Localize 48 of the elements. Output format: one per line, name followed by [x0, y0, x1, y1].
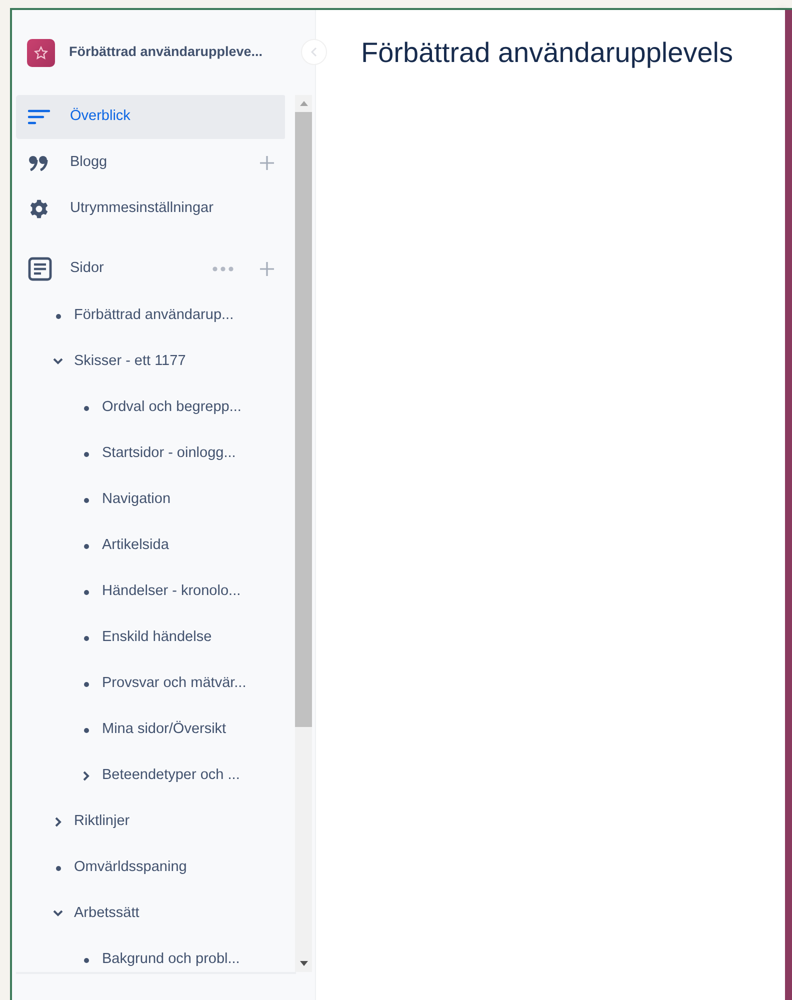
scroll-up-icon[interactable] [300, 101, 308, 106]
page-tree-item[interactable]: Riktlinjer [16, 799, 285, 845]
page-tree-item[interactable]: Ordval och begrepp... [16, 385, 285, 431]
sidebar-nav-item[interactable]: Utrymmesinställningar [16, 187, 285, 231]
bullet-icon [84, 958, 88, 962]
add-button[interactable] [260, 156, 274, 170]
sidebar-nav-item[interactable]: Blogg [16, 141, 285, 185]
space-name[interactable]: Förbättrad användaruppleve... [69, 42, 263, 63]
page-tree-item[interactable]: Förbättrad användarup... [16, 293, 285, 339]
page-tree-item[interactable]: Artikelsida [16, 523, 285, 569]
chevron-left-icon [310, 47, 318, 57]
page-tree-item[interactable]: Arbetssätt [16, 891, 285, 937]
page-tree-item[interactable]: Skisser - ett 1177 [16, 339, 285, 385]
page-tree-item[interactable]: Provsvar och mätvär... [16, 661, 285, 707]
document-icon [28, 257, 52, 281]
scrollbar[interactable] [295, 95, 312, 972]
bullet-icon [84, 590, 88, 594]
settings-icon [28, 198, 50, 220]
chevron-right-icon[interactable] [53, 817, 63, 827]
bullet-icon [56, 866, 60, 870]
page-tree-item[interactable]: Omvärldsspaning [16, 845, 285, 891]
scroll-down-icon[interactable] [300, 961, 308, 966]
bullet-icon [56, 314, 60, 318]
more-button[interactable] [212, 266, 234, 272]
chevron-right-icon[interactable] [81, 771, 91, 781]
space-logo-icon [27, 38, 55, 66]
page-tree-item[interactable]: Mina sidor/Översikt [16, 707, 285, 753]
bullet-icon [84, 728, 88, 732]
page-tree-item[interactable]: Bakgrund och probl... [16, 937, 285, 972]
bullet-icon [84, 682, 88, 686]
page-tree-item[interactable]: Händelser - kronolo... [16, 569, 285, 615]
add-button[interactable] [260, 262, 274, 276]
page-title: Förbättrad användarupplevels [361, 36, 734, 70]
sidebar-nav-item[interactable]: Överblick [16, 95, 285, 139]
chevron-down-icon[interactable] [53, 357, 63, 367]
lines-icon [28, 109, 50, 125]
bullet-icon [84, 544, 88, 548]
bullet-icon [84, 636, 88, 640]
page-tree-item[interactable]: Startsidor - oinlogg... [16, 431, 285, 477]
page-tree-item[interactable]: Navigation [16, 477, 285, 523]
bullet-icon [84, 498, 88, 502]
chevron-down-icon[interactable] [53, 909, 63, 919]
bullet-icon [84, 406, 88, 410]
section-label: Sidor [70, 259, 105, 278]
bullet-icon [84, 452, 88, 456]
page-tree-item[interactable]: Beteendetyper och ... [16, 753, 285, 799]
page-tree-item[interactable]: Enskild händelse [16, 615, 285, 661]
quote-icon [28, 155, 50, 171]
